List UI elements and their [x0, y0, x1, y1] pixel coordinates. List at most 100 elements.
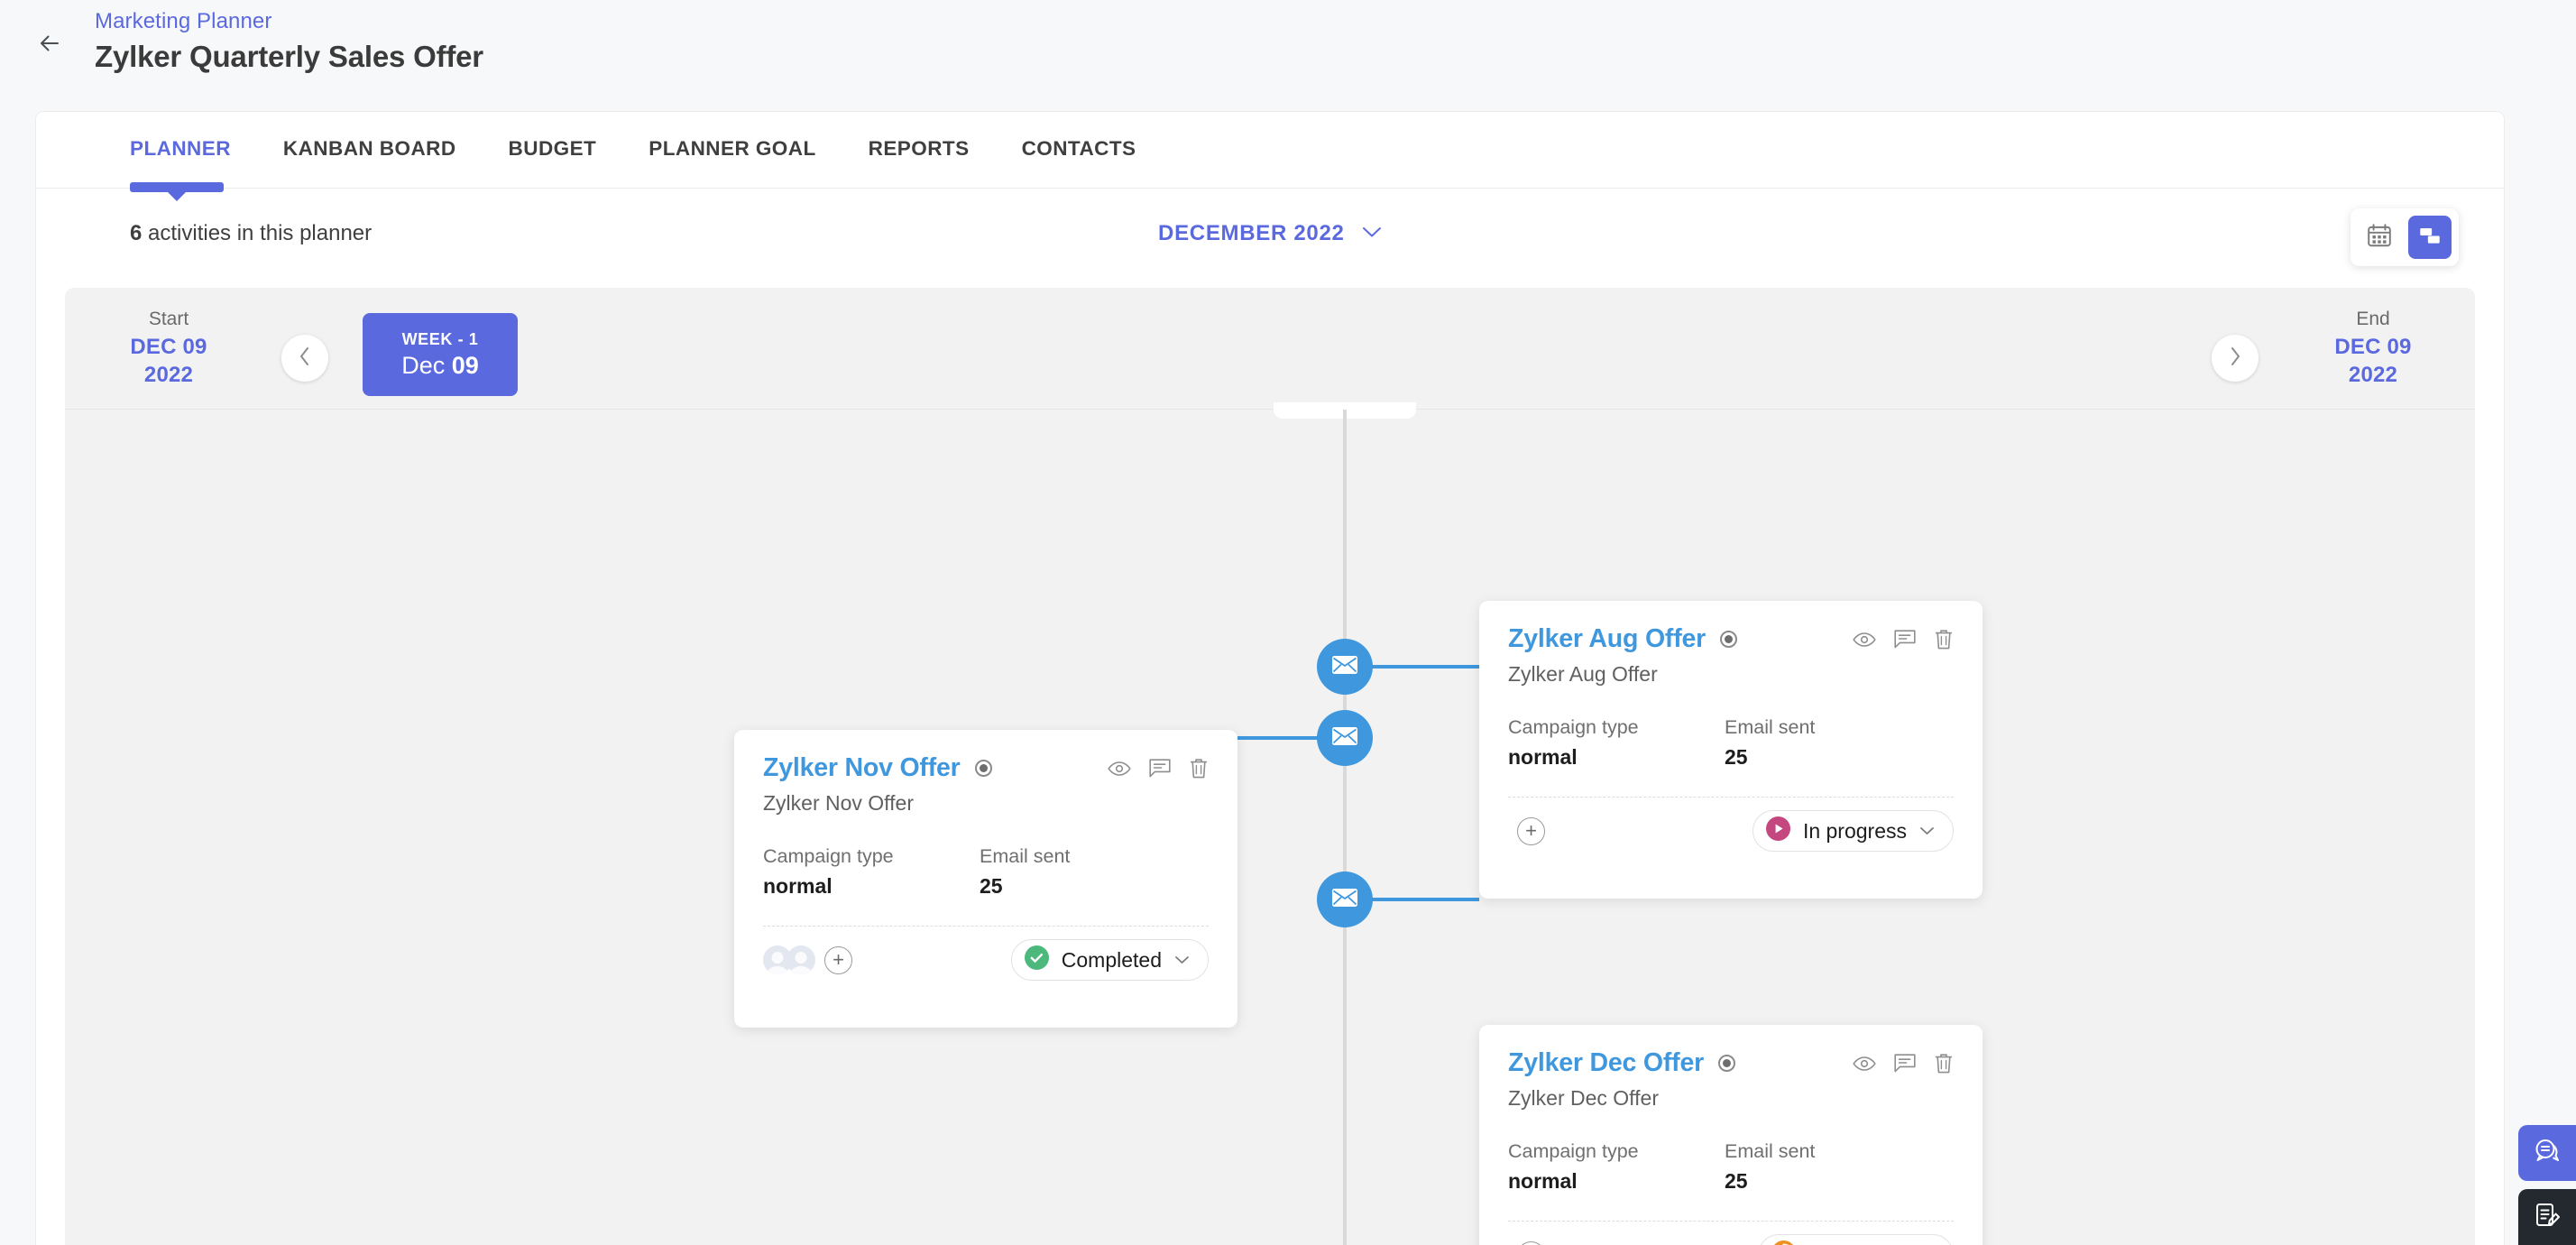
envelope-icon — [1331, 726, 1358, 751]
card-title[interactable]: Zylker Nov Offer — [763, 753, 961, 783]
field-label: Email sent — [1725, 1140, 1816, 1162]
comment-icon[interactable] — [1894, 1053, 1916, 1074]
card-header: Zylker Nov Offer — [763, 753, 1209, 783]
card-actions — [1853, 629, 1954, 650]
card-subtitle: Zylker Dec Offer — [1508, 1086, 1659, 1110]
timeline-start: Start DEC 09 2022 — [92, 306, 245, 389]
card-fields: Campaign type normal Email sent 25 — [1508, 1140, 1954, 1194]
radio-selected-icon[interactable] — [1720, 631, 1738, 648]
card-field-campaign-type: Campaign type normal — [1508, 716, 1725, 770]
add-assignee-button[interactable]: + — [1517, 1240, 1545, 1245]
card-subtitle: Zylker Nov Offer — [763, 791, 914, 815]
timeline-view-button[interactable] — [2408, 216, 2452, 259]
radio-selected-icon[interactable] — [1717, 1055, 1735, 1072]
view-toggle — [2351, 208, 2459, 266]
add-assignee-button[interactable]: + — [824, 945, 852, 974]
week-chip-1[interactable]: WEEK - 1 Dec 09 — [363, 313, 518, 396]
activity-node-nov[interactable] — [1317, 710, 1373, 766]
field-value: 25 — [1725, 1169, 1748, 1193]
trash-icon[interactable] — [1934, 629, 1954, 650]
card-fields: Campaign type normal Email sent 25 — [1508, 716, 1954, 770]
tab-contacts[interactable]: CONTACTS — [1022, 137, 1136, 161]
field-value: normal — [763, 874, 833, 898]
card-footer: + In progress — [1508, 798, 1954, 864]
check-circle-icon — [1024, 945, 1049, 974]
timeline-end-label: End — [2356, 309, 2390, 329]
card-footer: + Completed — [763, 927, 1209, 993]
add-assignee-button[interactable]: + — [1517, 816, 1545, 845]
status-dropdown[interactable]: Completed — [1010, 939, 1209, 981]
card-actions — [1108, 758, 1209, 779]
field-value: normal — [1508, 1169, 1578, 1193]
trash-icon[interactable] — [1189, 758, 1209, 779]
field-value: 25 — [980, 874, 1003, 898]
next-week-button[interactable] — [2212, 335, 2259, 382]
card-title[interactable]: Zylker Aug Offer — [1508, 624, 1706, 654]
chevron-down-icon — [1362, 219, 1382, 244]
activity-card-nov[interactable]: Zylker Nov Offer Zylker Nov Offer Campai… — [734, 730, 1237, 1028]
week-strip: Start DEC 09 2022 WEEK - 1 Dec 09 End DE… — [65, 288, 2475, 410]
chevron-right-icon — [2228, 346, 2242, 372]
activity-card-aug[interactable]: Zylker Aug Offer Zylker Aug Offer Campai… — [1479, 601, 1983, 899]
back-arrow-icon[interactable] — [34, 27, 67, 60]
timeline-start-date: DEC 09 — [130, 335, 207, 359]
card-footer: + Scheduled — [1508, 1222, 1954, 1245]
card-fields: Campaign type normal Email sent 25 — [763, 845, 1209, 899]
main-panel: PLANNER KANBAN BOARD BUDGET PLANNER GOAL… — [36, 112, 2504, 1245]
card-actions — [1853, 1053, 1954, 1074]
tab-planner-goal[interactable]: PLANNER GOAL — [649, 137, 815, 161]
timeline-start-label: Start — [148, 309, 189, 329]
calendar-view-button[interactable] — [2358, 216, 2401, 259]
timeline-end-date: DEC 09 — [2334, 335, 2412, 359]
timeline-start-year: 2022 — [143, 363, 194, 387]
tab-planner[interactable]: PLANNER — [130, 137, 231, 161]
connector-aug — [1371, 665, 1479, 669]
activity-node-dec[interactable] — [1317, 872, 1373, 927]
radio-selected-icon[interactable] — [974, 760, 992, 777]
connector-dec — [1371, 898, 1479, 901]
chat-fab[interactable] — [2518, 1125, 2576, 1181]
comment-icon[interactable] — [1149, 758, 1171, 779]
tab-list: PLANNER KANBAN BOARD BUDGET PLANNER GOAL… — [130, 137, 1189, 161]
sub-header: 6 activities in this planner DECEMBER 20… — [36, 189, 2504, 288]
status-label: Completed — [1061, 947, 1162, 972]
comment-icon[interactable] — [1894, 629, 1916, 650]
month-picker-label: DECEMBER 2022 — [1158, 221, 1345, 245]
status-dropdown[interactable]: Scheduled — [1758, 1234, 1954, 1245]
activity-node-aug[interactable] — [1317, 639, 1373, 695]
card-field-email-sent: Email sent 25 — [1725, 1140, 1815, 1194]
note-edit-icon — [2533, 1201, 2562, 1234]
eye-icon[interactable] — [1108, 761, 1131, 777]
field-label: Email sent — [1725, 716, 1816, 738]
status-dropdown[interactable]: In progress — [1752, 810, 1954, 852]
timeline-view-icon — [2416, 222, 2443, 254]
activity-card-dec[interactable]: Zylker Dec Offer Zylker Dec Offer Campai… — [1479, 1025, 1983, 1245]
month-picker[interactable]: DECEMBER 2022 — [36, 219, 2504, 246]
eye-icon[interactable] — [1853, 1056, 1876, 1072]
card-header: Zylker Dec Offer — [1508, 1048, 1954, 1078]
envelope-icon — [1331, 888, 1358, 912]
field-label: Email sent — [980, 845, 1071, 867]
card-field-email-sent: Email sent 25 — [1725, 716, 1815, 770]
chevron-down-icon — [1174, 955, 1190, 965]
breadcrumb[interactable]: Marketing Planner — [95, 9, 271, 34]
week-chip-label: WEEK - 1 — [401, 329, 479, 348]
week-chip-date: Dec 09 — [401, 352, 479, 380]
avatar[interactable] — [787, 945, 815, 974]
tab-reports[interactable]: REPORTS — [869, 137, 970, 161]
page-header: Marketing Planner Zylker Quarterly Sales… — [0, 0, 2576, 112]
tab-budget[interactable]: BUDGET — [509, 137, 597, 161]
field-label: Campaign type — [763, 845, 894, 867]
assignee-avatars[interactable] — [763, 945, 815, 974]
chevron-down-icon — [1919, 826, 1935, 836]
note-fab[interactable] — [2518, 1189, 2576, 1245]
tab-kanban-board[interactable]: KANBAN BOARD — [283, 137, 456, 161]
prev-week-button[interactable] — [281, 335, 328, 382]
card-title[interactable]: Zylker Dec Offer — [1508, 1048, 1704, 1078]
clock-pie-icon — [1771, 1240, 1796, 1245]
eye-icon[interactable] — [1853, 632, 1876, 648]
status-label: In progress — [1802, 818, 1907, 843]
chevron-left-icon — [298, 346, 312, 372]
trash-icon[interactable] — [1934, 1053, 1954, 1074]
card-header: Zylker Aug Offer — [1508, 624, 1954, 654]
